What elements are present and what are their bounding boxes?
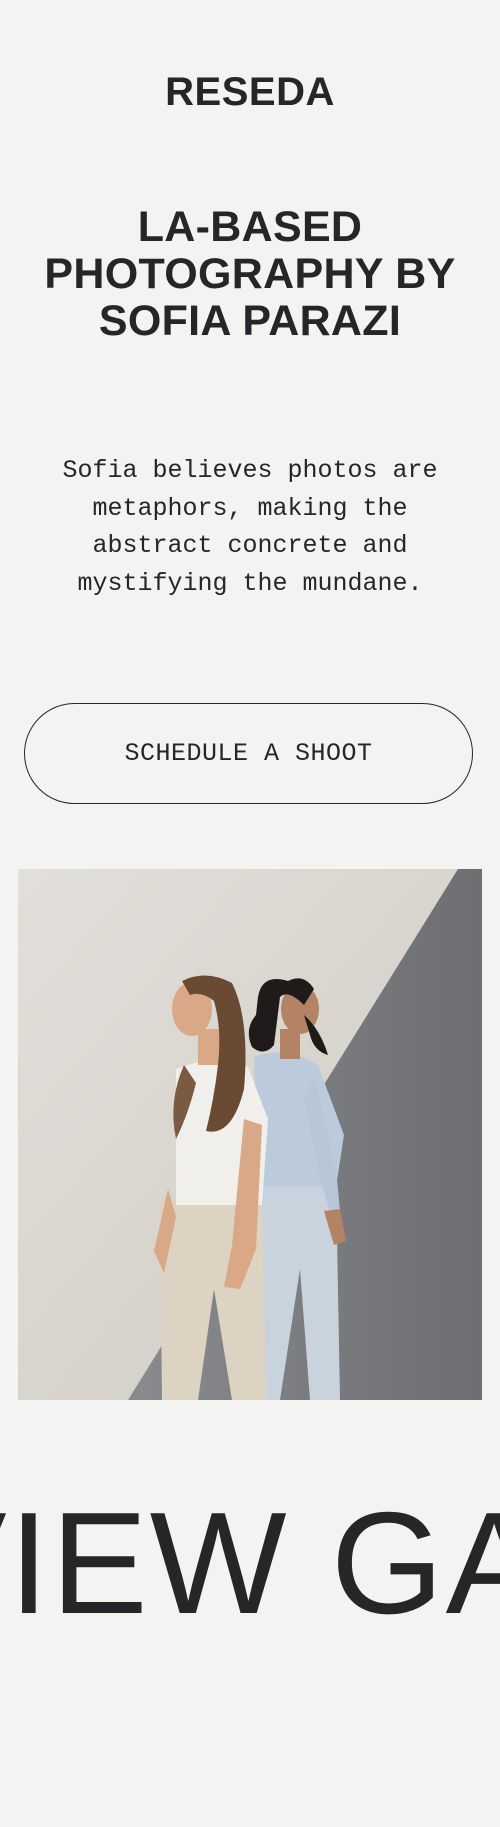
schedule-shoot-button[interactable]: SCHEDULE A SHOOT: [24, 703, 473, 804]
hero-photo: [18, 869, 482, 1400]
brand-logo[interactable]: RESEDA: [0, 72, 500, 112]
view-gallery-text[interactable]: VIEW GALLERY: [0, 1488, 500, 1638]
gallery-marquee[interactable]: VIEW GALLERY: [0, 1488, 500, 1638]
hero-headline: LA-BASED PHOTOGRAPHY BY SOFIA PARAZI: [44, 203, 456, 345]
hero-tagline: Sofia believes photos are metaphors, mak…: [62, 456, 438, 598]
